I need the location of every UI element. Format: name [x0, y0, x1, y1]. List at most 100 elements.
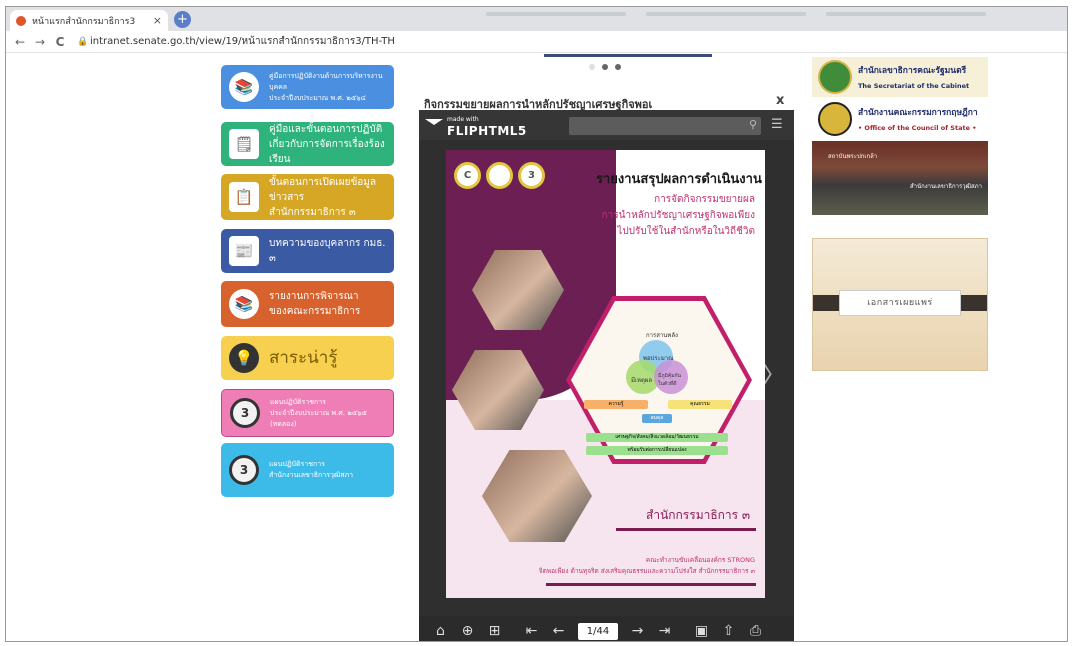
- diagram-label: มีภูมิคุ้มกันในตัวที่ดี: [658, 373, 681, 387]
- menu-label-line: ประจำปีงบประมาณ พ.ศ. ๒๕๖๔: [269, 93, 366, 102]
- menu-senate-action-plan-button[interactable]: 3 แผนปฏิบัติราชการ สำนักงานเลขาธิการวุฒิ…: [221, 443, 394, 497]
- last-page-icon[interactable]: ⇥: [651, 623, 678, 639]
- books-icon: 📚: [229, 72, 259, 102]
- department-name: สำนักกรรมาธิการ ๓: [646, 508, 751, 522]
- menu-label: แผนปฏิบัติราชการ สำนักงานเลขาธิการวุฒิสภ…: [269, 459, 353, 481]
- menu-info-disclosure-button[interactable]: 📋 ขั้นตอนการเปิดเผยข้อมูลข่าวสาร สำนักกร…: [221, 174, 394, 220]
- document-icon: 🗒: [229, 129, 259, 159]
- page-number-input[interactable]: 1/44: [578, 622, 618, 640]
- zoom-in-icon[interactable]: ⊕: [454, 623, 481, 639]
- menu-complaint-manual-button[interactable]: 🗒 คู่มือและขั้นตอนการปฏิบัติ เกี่ยวกับกา…: [221, 122, 394, 166]
- page-content: 📚 คู่มือการปฏิบัติงานด้านการบริหารงานบุค…: [6, 54, 1067, 641]
- flipbook-bottom-toolbar: ⌂ ⊕ ⊞ ⇤ ← 1/44 → ⇥ ▣ ⇧ ⎙: [419, 616, 794, 641]
- publications-banner[interactable]: เอกสารเผยแพร่: [812, 238, 988, 371]
- menu-action-plan-2565-button[interactable]: 3 แผนปฏิบัติราชการ ประจำปีงบประมาณ พ.ศ. …: [221, 389, 394, 437]
- diagram-box: เศรษฐกิจ/สังคม/สิ่งแวดล้อม/วัฒนธรรม: [586, 433, 728, 442]
- divider-line: [616, 528, 756, 531]
- photo-caption: สำนักงานเลขาธิการวุฒิสภา: [909, 183, 982, 190]
- department-3-icon: 3: [230, 398, 260, 428]
- diagram-box: คุณธรรม: [668, 400, 732, 409]
- first-page-icon[interactable]: ⇤: [518, 623, 545, 639]
- back-button[interactable]: ←: [12, 35, 28, 49]
- carousel-dot[interactable]: [615, 64, 621, 70]
- home-icon[interactable]: ⌂: [427, 623, 454, 639]
- bookmark-icon[interactable]: ▣: [688, 623, 715, 639]
- url-text[interactable]: intranet.senate.go.th/view/19/หน้าแรกสำน…: [90, 34, 395, 49]
- search-icon[interactable]: ⚲: [749, 118, 757, 131]
- banner-text: สำนักเลขาธิการคณะรัฐมนตรี The Secretaria…: [858, 62, 969, 92]
- kpi-senate-photo-banner[interactable]: สถาบันพระปกเกล้า สำนักงานเลขาธิการวุฒิสภ…: [812, 141, 988, 215]
- menu-label-line: แผนปฏิบัติราชการ: [270, 397, 326, 406]
- menu-label-line: สำนักงานเลขาธิการวุฒิสภา: [269, 471, 354, 479]
- viewer-close-button[interactable]: x: [776, 93, 784, 108]
- hamburger-menu-icon[interactable]: ☰: [771, 117, 783, 132]
- menu-label-line: ขั้นตอนการเปิดเผยข้อมูลข่าวสาร: [269, 176, 377, 203]
- council-of-state-banner[interactable]: สำนักงานคณะกรรมการกฤษฎีกา • Office of th…: [812, 99, 988, 139]
- menu-label-line: คู่มือและขั้นตอนการปฏิบัติ: [269, 123, 383, 135]
- carousel-bar: [544, 54, 712, 57]
- menu-knowledge-button[interactable]: 💡 สาระน่ารู้: [221, 336, 394, 380]
- lock-icon[interactable]: 🔒: [76, 37, 90, 47]
- department-3-logo: 3: [518, 162, 545, 189]
- flipbook-toolbar: made with FLIPHTML5 ⚲ ☰: [419, 110, 794, 140]
- menu-label: ขั้นตอนการเปิดเผยข้อมูลข่าวสาร สำนักกรรม…: [269, 175, 394, 220]
- cabinet-secretariat-banner[interactable]: สำนักเลขาธิการคณะรัฐมนตรี The Secretaria…: [812, 57, 988, 97]
- document-title: รายงานสรุปผลการดำเนินงาน: [596, 172, 762, 187]
- menu-label-line: คู่มือการปฏิบัติงานด้านการบริหารงานบุคคล: [269, 71, 383, 91]
- new-tab-button[interactable]: +: [174, 11, 191, 28]
- department-3-icon: 3: [229, 455, 259, 485]
- share-icon[interactable]: ⇧: [715, 623, 742, 639]
- banner-title-en: • Office of the Council of State •: [858, 124, 977, 132]
- diagram-label: การสานพลัง: [646, 332, 678, 339]
- diagram-label: พอประมาณ: [643, 355, 674, 362]
- diagram-label: มีเหตุผล: [631, 377, 653, 384]
- carousel-dots: [589, 64, 621, 70]
- menu-committee-reports-button[interactable]: 📚 รายงานการพิจารณา ของคณะกรรมาธิการ: [221, 281, 394, 327]
- forward-button[interactable]: →: [32, 35, 48, 49]
- diagram-box: สมดุล: [642, 414, 672, 423]
- next-page-icon[interactable]: →: [624, 623, 651, 639]
- banner-text: สำนักงานคณะกรรมการกฤษฎีกา • Office of th…: [858, 104, 978, 134]
- council-seal-icon: [818, 102, 852, 136]
- menu-label-line: ของคณะกรรมาธิการ: [269, 306, 361, 317]
- checklist-icon: 📋: [229, 182, 259, 212]
- diagram-box: ความรู้: [584, 400, 648, 409]
- carousel-dot[interactable]: [602, 64, 608, 70]
- graduation-cap-icon: [425, 119, 443, 131]
- tab-placeholder: [486, 12, 626, 16]
- menu-label-line: (ทดลอง): [270, 419, 297, 428]
- document-footer: จิตพอเพียง ต้านทุจริต ส่งเสริมคุณธรรมและ…: [538, 567, 755, 575]
- document-subtitle: การนำหลักปรัชญาเศรษฐกิจพอเพียง: [601, 210, 755, 221]
- carousel-dot[interactable]: [589, 64, 595, 70]
- divider-line: [546, 583, 756, 586]
- cabinet-seal-icon: [818, 60, 852, 94]
- senate-seal-logo: [486, 162, 513, 189]
- diagram-box: พร้อมรับต่อการเปลี่ยนแปลง: [586, 446, 728, 455]
- menu-label: รายงานการพิจารณา ของคณะกรรมาธิการ: [269, 289, 360, 319]
- flipbook-search-input[interactable]: ⚲: [569, 117, 761, 135]
- browser-tab[interactable]: หน้าแรกสำนักกรมาธิการ3 ×: [10, 10, 168, 31]
- document-footer: คณะทำงานขับเคลื่อนองค์กร STRONG: [645, 556, 755, 564]
- menu-label-line: เกี่ยวกับการจัดการเรื่องร้องเรียน: [269, 138, 385, 165]
- brand-name: FLIPHTML5: [447, 123, 527, 138]
- lightbulb-icon: 💡: [229, 343, 259, 373]
- document-page: C 3 รายงานสรุปผลการดำเนินงาน การจัดกิจกร…: [446, 150, 765, 598]
- reload-button[interactable]: C: [52, 35, 68, 49]
- menu-staff-articles-button[interactable]: 📰 บทความของบุคลากร กมธ. ๓: [221, 229, 394, 273]
- browser-window: หน้าแรกสำนักกรมาธิการ3 × + ← → C 🔒 intra…: [5, 6, 1068, 642]
- banner-title-th: สำนักเลขาธิการคณะรัฐมนตรี: [858, 66, 967, 76]
- menu-label: สาระน่ารู้: [269, 347, 338, 368]
- previous-page-icon[interactable]: ←: [545, 623, 572, 639]
- menu-label-line: สำนักกรรมาธิการ ๓: [269, 206, 356, 218]
- tab-bar: หน้าแรกสำนักกรมาธิการ3 × +: [6, 7, 1067, 31]
- menu-label: แผนปฏิบัติราชการ ประจำปีงบประมาณ พ.ศ. ๒๕…: [270, 397, 367, 430]
- menu-label: บทความของบุคลากร กมธ. ๓: [269, 238, 386, 264]
- fliphtml5-logo[interactable]: made with FLIPHTML5: [447, 115, 527, 138]
- thumbnails-icon[interactable]: ⊞: [481, 623, 508, 639]
- tab-close-icon[interactable]: ×: [153, 14, 162, 27]
- address-bar: ← → C 🔒 intranet.senate.go.th/view/19/หน…: [6, 31, 1067, 53]
- banner-title-en: The Secretariat of the Cabinet: [858, 82, 970, 90]
- tab-title: หน้าแรกสำนักกรมาธิการ3: [32, 16, 136, 27]
- menu-hr-manual-button[interactable]: 📚 คู่มือการปฏิบัติงานด้านการบริหารงานบุค…: [221, 65, 394, 109]
- print-icon[interactable]: ⎙: [742, 623, 769, 639]
